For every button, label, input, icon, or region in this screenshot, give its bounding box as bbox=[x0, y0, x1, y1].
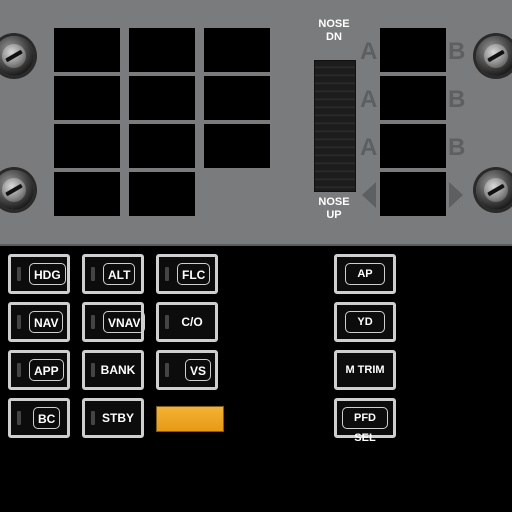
button-label: BC bbox=[33, 407, 61, 429]
nav-button[interactable]: NAV bbox=[8, 302, 70, 342]
button-label: M TRIM bbox=[345, 364, 385, 376]
button-label: FLC bbox=[177, 263, 211, 285]
button-label: BANK bbox=[100, 363, 136, 377]
pitch-trim-wheel[interactable] bbox=[314, 60, 356, 192]
display-tile bbox=[54, 172, 120, 216]
display-tile bbox=[129, 172, 195, 216]
channel-display-tile bbox=[380, 28, 446, 72]
stby-button[interactable]: STBY bbox=[82, 398, 144, 438]
yd-button[interactable]: YD bbox=[334, 302, 396, 342]
display-tile bbox=[204, 124, 270, 168]
bank-button[interactable]: BANK bbox=[82, 350, 144, 390]
annunciator-led bbox=[17, 267, 21, 281]
m-trim-button[interactable]: M TRIM bbox=[334, 350, 396, 390]
display-tile bbox=[129, 76, 195, 120]
display-tile bbox=[204, 76, 270, 120]
annunciator-led bbox=[17, 411, 21, 425]
vs-button[interactable]: VS bbox=[156, 350, 218, 390]
button-label: AP bbox=[345, 263, 385, 285]
channel-display-tile bbox=[380, 76, 446, 120]
display-tile bbox=[54, 124, 120, 168]
annunciator-led bbox=[91, 363, 95, 377]
app-button[interactable]: APP bbox=[8, 350, 70, 390]
right-bottom-screw-icon bbox=[476, 170, 512, 210]
button-label: C/O bbox=[181, 315, 203, 329]
channel-a-label: A bbox=[360, 134, 378, 161]
annunciator-led bbox=[165, 267, 169, 281]
annunciator-led bbox=[17, 363, 21, 377]
upper-panel: NOSE DN NOSE UP A A A B B B bbox=[0, 0, 512, 246]
button-label: VS bbox=[185, 359, 212, 381]
display-tile bbox=[54, 76, 120, 120]
flc-button[interactable]: FLC bbox=[156, 254, 218, 294]
right-top-screw-icon bbox=[476, 36, 512, 76]
channel-b-label: B bbox=[448, 134, 466, 161]
ap-button[interactable]: AP bbox=[334, 254, 396, 294]
button-label: YD bbox=[345, 311, 385, 333]
hdg-button[interactable]: HDG bbox=[8, 254, 70, 294]
button-label: STBY bbox=[101, 411, 134, 425]
channel-a-label: A bbox=[360, 38, 378, 65]
channel-b-label: B bbox=[448, 38, 466, 65]
nose-dn-label: NOSE DN bbox=[318, 18, 350, 43]
display-tile bbox=[129, 124, 195, 168]
nose-up-label: NOSE UP bbox=[318, 196, 350, 221]
annunciator-led bbox=[165, 363, 169, 377]
display-tile bbox=[54, 28, 120, 72]
button-label: VNAV bbox=[103, 311, 146, 333]
annunciator-led bbox=[91, 267, 95, 281]
button-label: HDG bbox=[29, 263, 66, 285]
pfd-sel-button[interactable]: PFD SEL bbox=[334, 398, 396, 444]
arrow-right-icon bbox=[449, 182, 463, 208]
button-label: ALT bbox=[103, 263, 136, 285]
annunciator-led bbox=[17, 315, 21, 329]
button-label: PFD SEL bbox=[342, 407, 388, 444]
annunciator-led bbox=[91, 411, 95, 425]
alt-button[interactable]: ALT bbox=[82, 254, 144, 294]
vnav-button[interactable]: VNAV bbox=[82, 302, 146, 342]
button-label: APP bbox=[29, 359, 64, 381]
c-o-button[interactable]: C/O bbox=[156, 302, 218, 342]
annunciator-led bbox=[165, 315, 169, 329]
channel-b-label: B bbox=[448, 86, 466, 113]
display-tile bbox=[129, 28, 195, 72]
button-label: NAV bbox=[29, 311, 64, 333]
left-top-screw-icon bbox=[0, 36, 34, 76]
annunciator-led bbox=[91, 315, 95, 329]
arrow-left-icon bbox=[362, 182, 376, 208]
display-tile bbox=[204, 28, 270, 72]
channel-a-label: A bbox=[360, 86, 378, 113]
left-bottom-screw-icon bbox=[0, 170, 34, 210]
bc-button[interactable]: BC bbox=[8, 398, 70, 438]
amber-annunciator-light bbox=[156, 406, 224, 432]
channel-display-tile bbox=[380, 172, 446, 216]
channel-display-tile bbox=[380, 124, 446, 168]
